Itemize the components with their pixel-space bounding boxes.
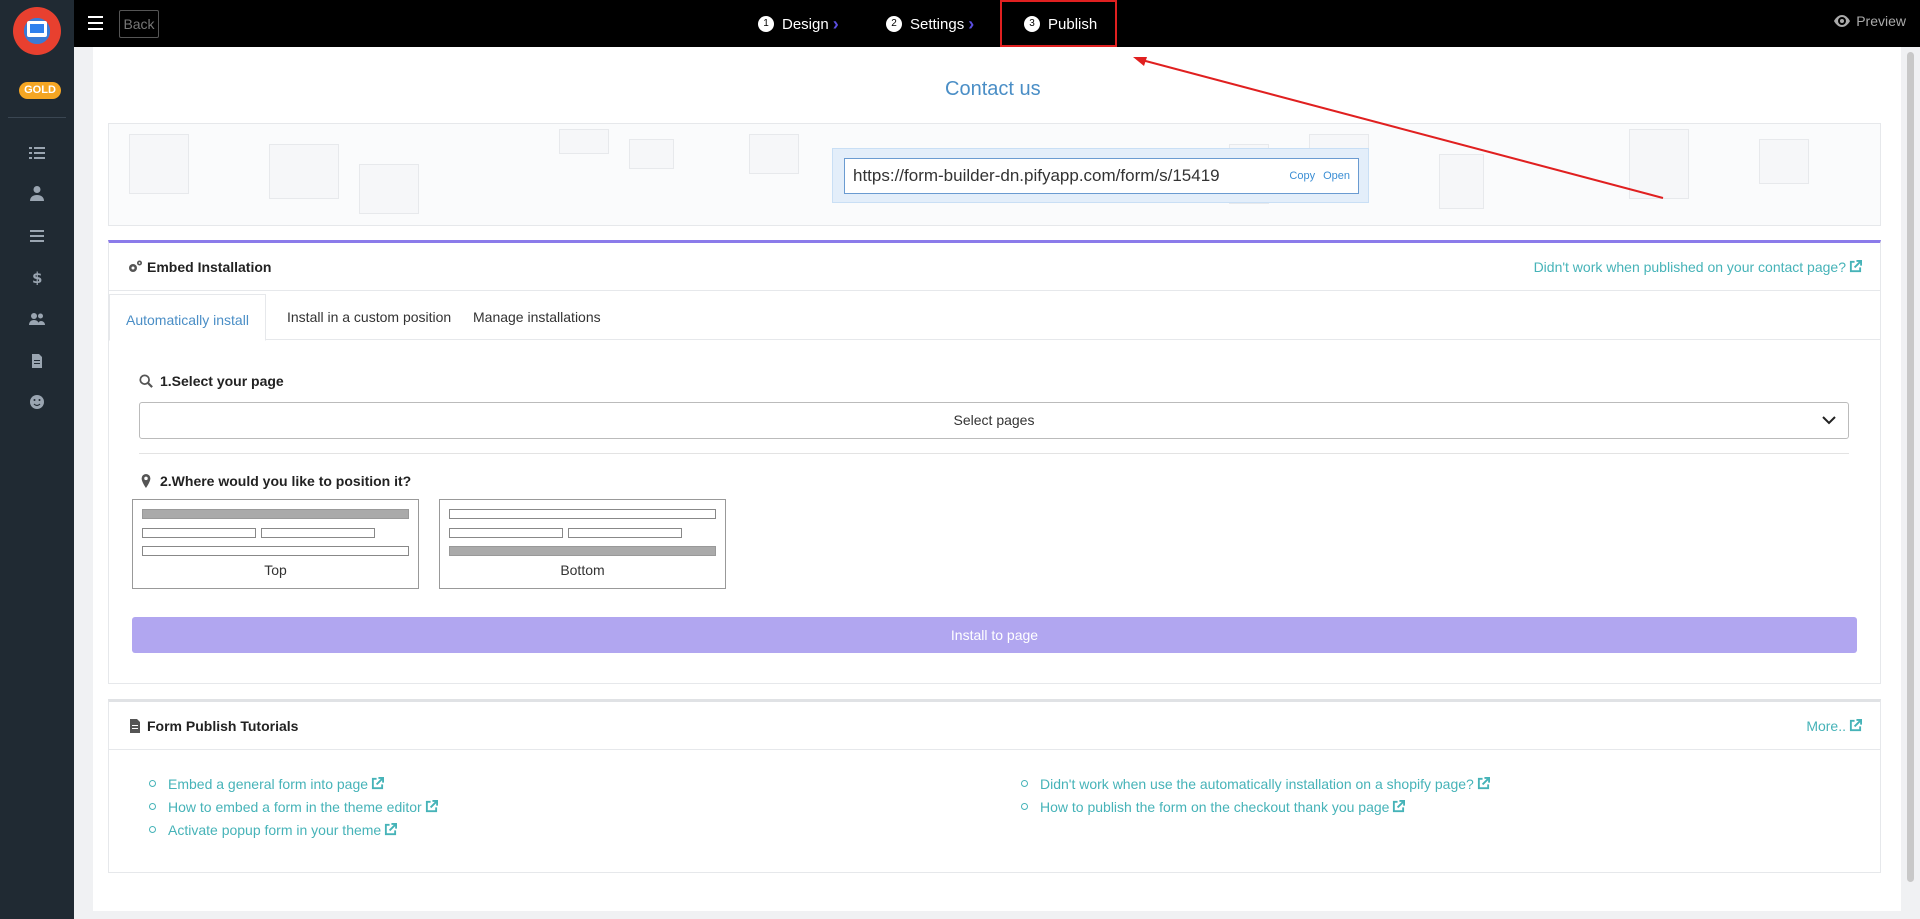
plan-badge: GOLD — [19, 82, 61, 99]
embed-panel-header: Embed Installation Didn't work when publ… — [109, 243, 1880, 291]
dollar-icon[interactable]: $ — [27, 267, 47, 287]
tutorial-list-right: Didn't work when use the automatically i… — [1021, 772, 1490, 818]
url-banner: https://form-builder-dn.pifyapp.com/form… — [108, 123, 1881, 226]
map-marker-icon — [141, 474, 151, 488]
external-link-icon — [1477, 777, 1490, 790]
step-number: 2 — [886, 16, 902, 32]
menu-icon[interactable] — [27, 226, 47, 246]
external-link-icon — [425, 800, 438, 813]
chevron-right-icon: › — [832, 13, 839, 34]
tutorials-panel-title: Form Publish Tutorials — [127, 718, 298, 734]
copy-url-link[interactable]: Copy — [1289, 170, 1315, 182]
install-tabs: Automatically install Install in a custo… — [109, 294, 1880, 341]
external-link-icon — [1849, 260, 1862, 273]
app-logo[interactable] — [13, 7, 61, 55]
search-icon — [139, 374, 153, 388]
preview-button[interactable]: Preview — [1833, 13, 1906, 29]
step2-label: 2.Where would you like to position it? — [139, 473, 411, 489]
tab-automatically-install[interactable]: Automatically install — [109, 294, 266, 341]
tutorial-link[interactable]: How to embed a form in the theme editor — [149, 795, 438, 818]
file-icon[interactable] — [27, 351, 47, 371]
tab-custom-position[interactable]: Install in a custom position — [271, 294, 467, 340]
eye-icon — [1834, 15, 1851, 27]
open-url-link[interactable]: Open — [1323, 170, 1350, 182]
publish-highlight-box — [1000, 0, 1117, 47]
list-icon[interactable] — [27, 143, 47, 163]
top-bar: Back 1 Design › 2 Settings › 3 Publish P… — [74, 0, 1920, 47]
svg-text:$: $ — [32, 269, 42, 285]
form-url-text: https://form-builder-dn.pifyapp.com/form… — [853, 166, 1220, 185]
gears-icon — [129, 260, 142, 272]
step-number: 1 — [758, 16, 774, 32]
position-top-label: Top — [264, 562, 287, 578]
install-to-page-button[interactable]: Install to page — [132, 617, 1857, 653]
form-url-box: https://form-builder-dn.pifyapp.com/form… — [832, 148, 1369, 203]
preview-label: Preview — [1856, 13, 1906, 29]
tab-manage-installations[interactable]: Manage installations — [457, 294, 617, 340]
more-tutorials-link[interactable]: More.. — [1806, 718, 1862, 734]
tutorial-list-left: Embed a general form into page How to em… — [149, 772, 438, 841]
external-link-icon — [1849, 719, 1862, 732]
scrollbar[interactable] — [1907, 52, 1914, 882]
step-label: Settings — [910, 15, 965, 33]
embed-installation-panel: Embed Installation Didn't work when publ… — [108, 240, 1881, 684]
help-contact-page-link[interactable]: Didn't work when published on your conta… — [1534, 259, 1862, 275]
external-link-icon — [371, 777, 385, 790]
form-title: Contact us — [945, 78, 1041, 100]
external-link-icon — [1392, 800, 1406, 813]
tutorials-panel-header: Form Publish Tutorials More.. — [109, 702, 1880, 750]
tutorial-link[interactable]: Embed a general form into page — [149, 772, 438, 795]
users-icon[interactable] — [27, 309, 47, 329]
step-label: Design — [782, 15, 829, 33]
position-bottom-label: Bottom — [560, 562, 605, 578]
sidebar-divider — [8, 117, 66, 118]
document-icon — [130, 718, 140, 733]
smile-icon[interactable] — [27, 392, 47, 412]
section-divider — [139, 453, 1849, 454]
select-pages-dropdown[interactable]: Select pages — [139, 402, 1849, 439]
back-button[interactable]: Back — [119, 10, 159, 38]
step-design[interactable]: 1 Design › — [758, 12, 839, 36]
position-top-option[interactable]: Top — [132, 499, 419, 589]
sidebar: GOLD $ — [0, 0, 74, 919]
chevron-down-icon — [1822, 416, 1836, 425]
tutorial-link[interactable]: Activate popup form in your theme — [149, 818, 438, 841]
tutorial-link[interactable]: How to publish the form on the checkout … — [1021, 795, 1490, 818]
user-icon[interactable] — [27, 183, 47, 203]
step1-label: 1.Select your page — [139, 373, 284, 389]
external-link-icon — [384, 823, 398, 836]
tutorial-link[interactable]: Didn't work when use the automatically i… — [1021, 772, 1490, 795]
form-url-field[interactable]: https://form-builder-dn.pifyapp.com/form… — [844, 158, 1359, 194]
tutorials-panel: Form Publish Tutorials More.. Embed a ge… — [108, 699, 1881, 873]
step-settings[interactable]: 2 Settings › — [886, 12, 974, 36]
chevron-right-icon: › — [968, 13, 975, 34]
position-bottom-option[interactable]: Bottom — [439, 499, 726, 589]
embed-panel-title: Embed Installation — [127, 259, 271, 275]
select-pages-placeholder: Select pages — [953, 412, 1035, 428]
hamburger-menu-icon[interactable] — [88, 16, 103, 30]
